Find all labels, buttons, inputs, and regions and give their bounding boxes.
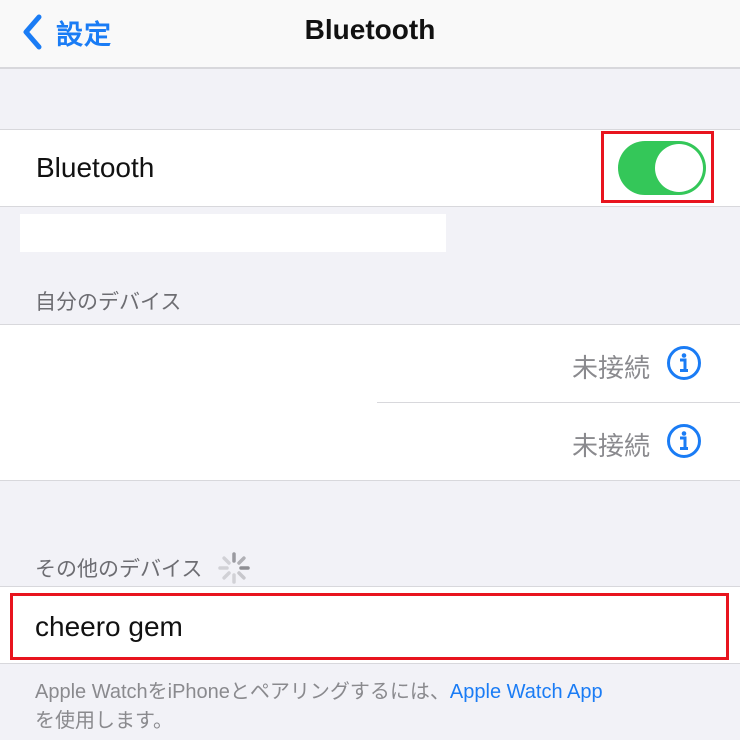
- device-row[interactable]: 未接続: [0, 325, 740, 402]
- other-devices-label: その他のデバイス: [35, 558, 203, 581]
- toggle-knob: [655, 144, 703, 192]
- apple-watch-app-link[interactable]: Apple Watch App: [450, 681, 603, 703]
- bluetooth-label: Bluetooth: [36, 152, 155, 183]
- info-icon[interactable]: [666, 345, 702, 381]
- my-devices-list: 未接続 未接続: [0, 324, 740, 481]
- my-devices-header: 自分のデバイス: [35, 291, 182, 314]
- loading-spinner-icon: [218, 552, 251, 584]
- redacted-area: [20, 214, 446, 252]
- device-status: 未接続: [571, 353, 650, 383]
- footer-text: Apple WatchをiPhoneとペアリングするには、: [35, 681, 450, 703]
- device-row[interactable]: 未接続: [0, 403, 740, 480]
- device-status: 未接続: [571, 431, 650, 461]
- bluetooth-toggle[interactable]: [618, 141, 706, 195]
- device-cheero-gem[interactable]: cheero gem: [35, 611, 183, 643]
- info-icon[interactable]: [666, 423, 702, 459]
- footer-text-after: を使用します。: [35, 710, 173, 732]
- page-title: Bluetooth: [304, 14, 436, 45]
- footer-note: Apple WatchをiPhoneとペアリングするには、Apple Watch…: [35, 678, 715, 736]
- other-devices-header: その他のデバイス: [35, 550, 252, 586]
